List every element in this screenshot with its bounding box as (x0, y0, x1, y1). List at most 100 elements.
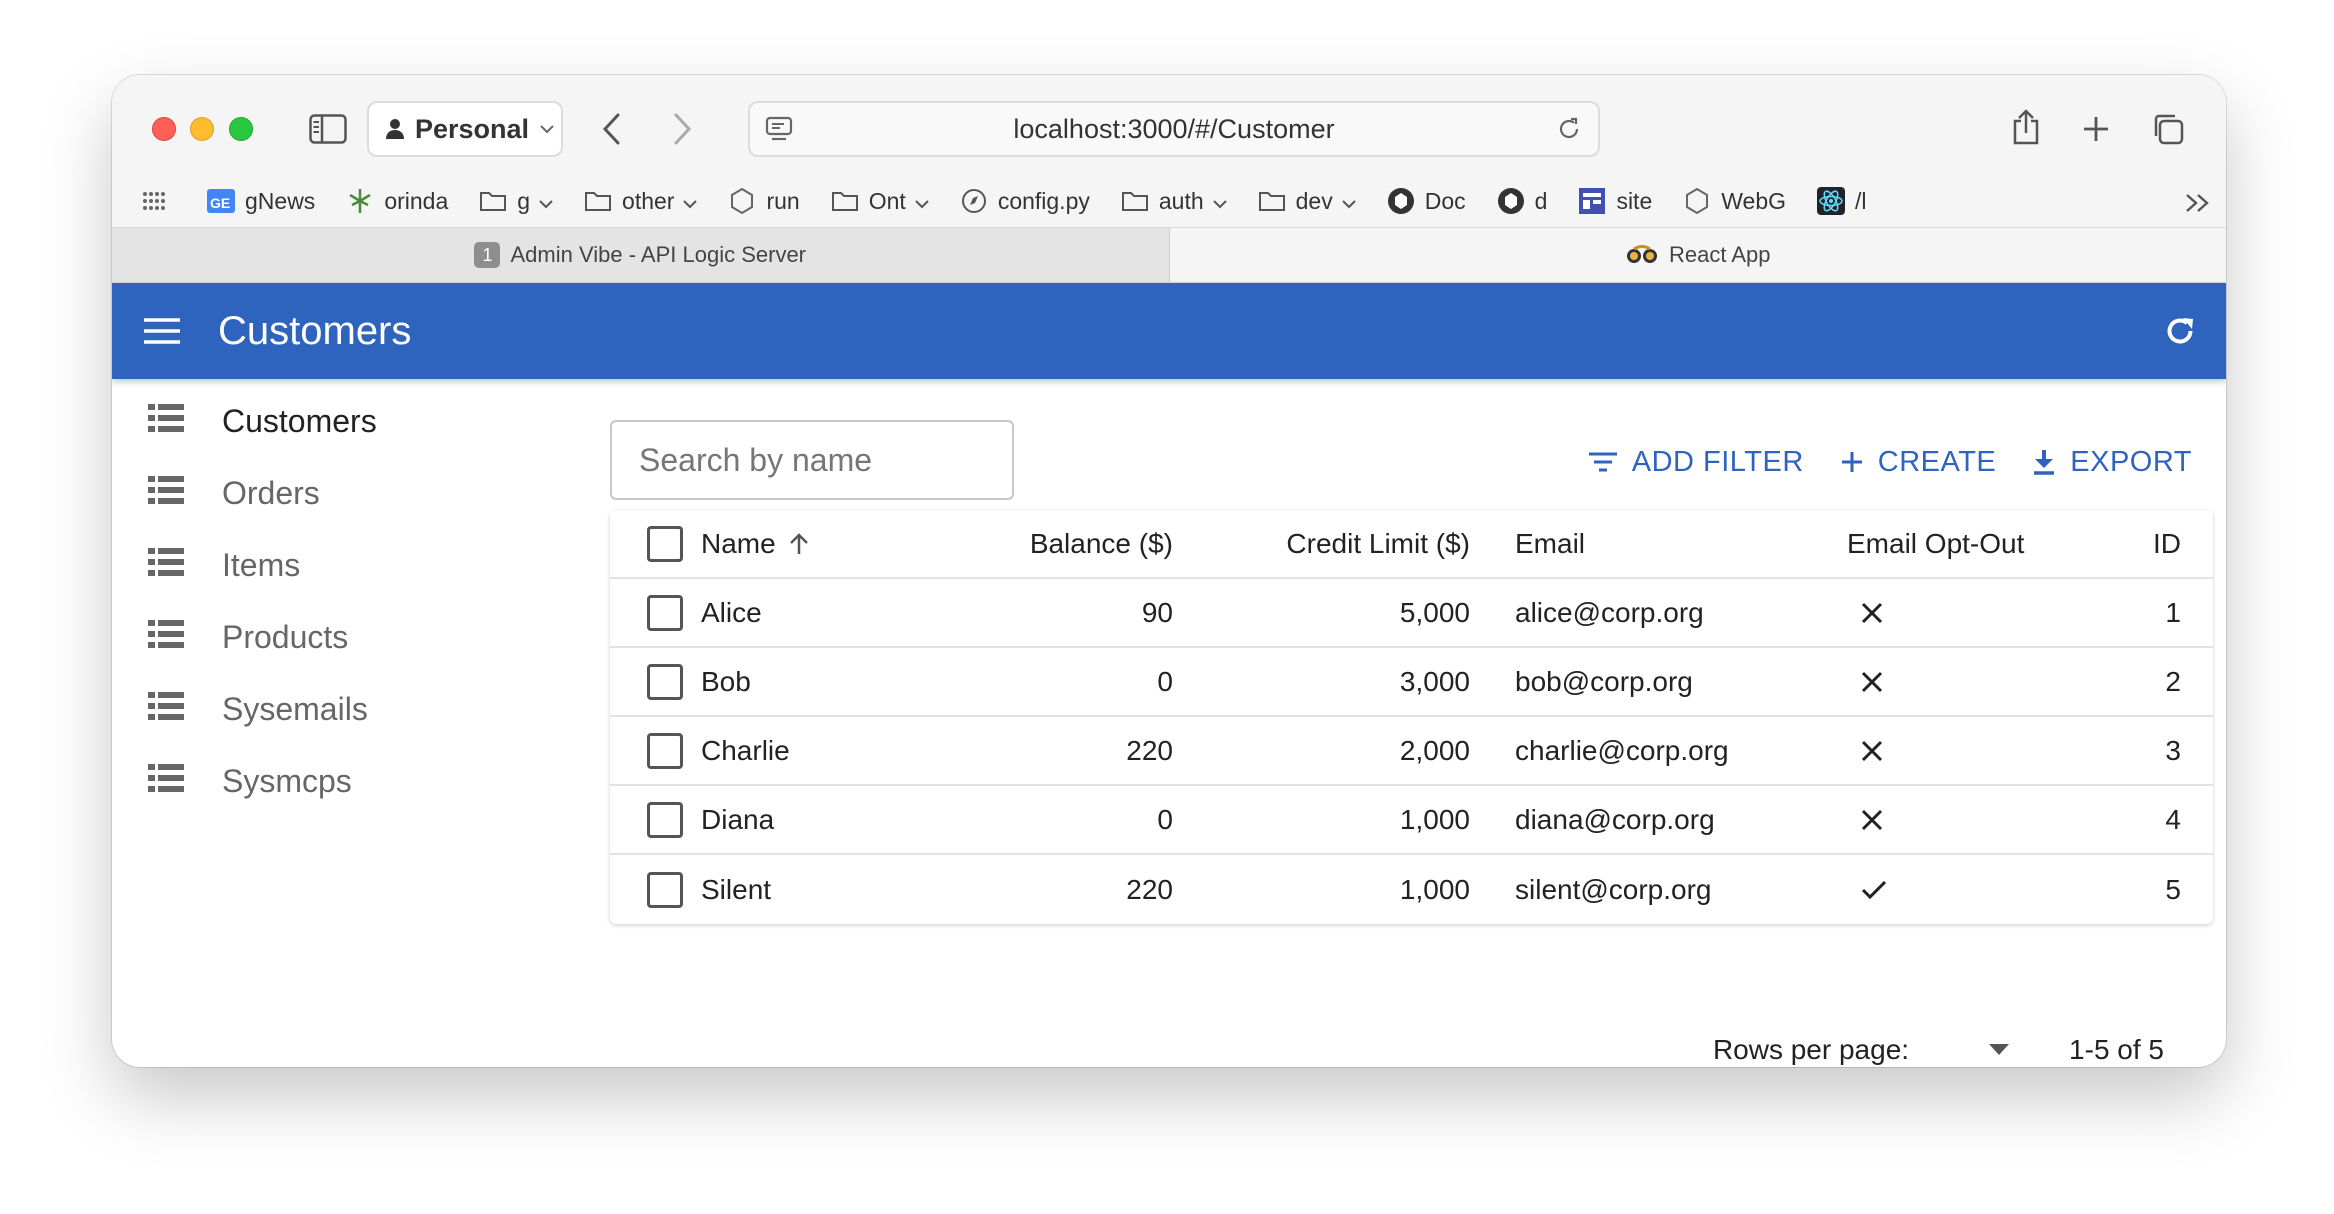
sunglasses-icon (1626, 245, 1657, 263)
minimize-window-button[interactable] (190, 117, 214, 141)
bookmark-label: dev (1295, 187, 1333, 214)
more-bookmarks-icon[interactable] (2180, 185, 2216, 221)
search-input[interactable]: Search by name (610, 420, 1014, 500)
cell-id: 4 (2165, 803, 2181, 835)
caret-down-icon (1989, 1044, 2010, 1055)
sidebar-item-orders[interactable]: Orders (112, 457, 562, 529)
bookmark-item[interactable]: orinda (345, 186, 448, 216)
cell-email: diana@corp.org (1515, 803, 1715, 835)
hexagon-icon (727, 186, 757, 216)
bookmark-label: auth (1158, 187, 1204, 214)
row-checkbox[interactable] (647, 594, 683, 631)
tab-react-app[interactable]: React App (1169, 228, 2226, 282)
page-settings-icon[interactable] (764, 114, 794, 144)
table-row[interactable]: Charlie 220 2,000 charlie@corp.org 3 (610, 717, 2213, 786)
create-button[interactable]: CREATE (1840, 446, 1996, 479)
bookmark-item[interactable]: /l (1816, 186, 1867, 216)
list-icon (148, 619, 184, 656)
column-header-credit-limit[interactable]: Credit Limit ($) (1286, 528, 1470, 560)
list-icon (148, 475, 184, 512)
sidebar-item-label: Orders (222, 474, 320, 511)
leaf-icon (345, 186, 375, 216)
tab-overview-icon[interactable] (2146, 107, 2190, 151)
forward-icon[interactable] (662, 107, 702, 151)
react-icon (1816, 186, 1846, 216)
apps-grid-icon[interactable] (142, 191, 166, 211)
tab-label: Admin Vibe - API Logic Server (510, 242, 807, 267)
sidebar-item-sysmcps[interactable]: Sysmcps (112, 745, 562, 817)
filter-icon (1588, 452, 1617, 472)
bookmark-item[interactable]: dev (1257, 186, 1356, 216)
export-label: EXPORT (2070, 445, 2192, 478)
download-icon (2034, 450, 2055, 475)
new-tab-icon[interactable] (2074, 107, 2118, 151)
column-header-balance[interactable]: Balance ($) (1030, 528, 1173, 560)
bookmark-item[interactable]: d (1496, 186, 1547, 216)
sidebar-toggle-icon[interactable] (307, 109, 349, 149)
bookmark-item[interactable]: Ont (830, 186, 929, 216)
bookmark-label: run (766, 187, 800, 214)
cell-balance: 220 (1126, 734, 1173, 766)
rows-per-page-select[interactable] (1979, 1030, 2019, 1067)
column-header-email-opt-out[interactable]: Email Opt-Out (1847, 528, 2024, 560)
bookmark-item[interactable]: Doc (1386, 186, 1466, 216)
bookmark-item[interactable]: auth (1120, 186, 1227, 216)
list-actions: ADD FILTER CREATE EXPORT (1588, 430, 2192, 494)
select-all-checkbox[interactable] (647, 525, 683, 562)
column-header-name[interactable]: Name (701, 528, 810, 560)
refresh-icon[interactable] (2154, 305, 2206, 357)
folder-icon (830, 186, 860, 216)
sort-arrow-up-icon (789, 532, 808, 554)
sidebar-item-products[interactable]: Products (112, 601, 562, 673)
bookmark-item[interactable]: config.py (959, 186, 1090, 216)
share-icon[interactable] (2004, 103, 2048, 151)
bookmark-item[interactable]: g (478, 186, 553, 216)
sidebar-item-label: Products (222, 618, 349, 655)
plus-icon (1841, 452, 1862, 472)
bookmark-item[interactable]: site (1577, 186, 1652, 216)
sidebar-item-label: Sysmcps (222, 762, 352, 799)
sidebar-item-label: Customers (222, 402, 377, 439)
page-title: Customers (218, 308, 412, 353)
bookmark-item[interactable]: other (583, 186, 698, 216)
export-button[interactable]: EXPORT (2032, 446, 2192, 479)
pagination: Rows per page: 1-5 of 5 (1713, 1030, 2164, 1067)
table-row[interactable]: Diana 0 1,000 diana@corp.org 4 (610, 786, 2213, 855)
sidebar-menu: Customers Orders Items Products Sysemails Sys… (112, 385, 562, 817)
close-window-button[interactable] (152, 117, 176, 141)
tab-admin-vibe[interactable]: 1 Admin Vibe - API Logic Server (112, 228, 1170, 282)
menu-icon[interactable] (136, 305, 188, 357)
table-row[interactable]: Alice 90 5,000 alice@corp.org 1 (610, 579, 2213, 648)
add-filter-button[interactable]: ADD FILTER (1588, 446, 1804, 479)
bookmark-item[interactable]: run (727, 186, 800, 216)
sidebar-item-sysemails[interactable]: Sysemails (112, 673, 562, 745)
row-checkbox[interactable] (647, 663, 683, 700)
tab-bar: 1 Admin Vibe - API Logic Server React Ap… (112, 227, 2226, 283)
browser-toolbar: Personal localhost:3000/#/Customer GE gN… (112, 75, 2226, 227)
reload-page-icon[interactable] (1556, 116, 1582, 142)
back-icon[interactable] (592, 107, 632, 151)
bookmark-item[interactable]: GE gNews (206, 186, 315, 216)
bookmark-label: WebG (1721, 187, 1787, 214)
bookmark-label: gNews (245, 187, 316, 214)
row-checkbox[interactable] (647, 871, 683, 908)
sidebar-item-customers[interactable]: Customers (112, 385, 562, 457)
column-header-email[interactable]: Email (1515, 528, 1585, 560)
column-header-id[interactable]: ID (2153, 528, 2181, 560)
profile-selector[interactable]: Personal (367, 101, 563, 157)
list-icon (148, 763, 184, 800)
table-row[interactable]: Silent 220 1,000 silent@corp.org 5 (610, 855, 2213, 924)
table-row[interactable]: Bob 0 3,000 bob@corp.org 2 (610, 648, 2213, 717)
cell-name: Silent (701, 873, 772, 905)
address-bar[interactable]: localhost:3000/#/Customer (748, 101, 1600, 157)
row-checkbox[interactable] (647, 801, 683, 838)
bookmark-label: Doc (1424, 187, 1466, 214)
bookmark-item[interactable]: WebG (1682, 186, 1786, 216)
row-checkbox[interactable] (647, 732, 683, 769)
sidebar-item-items[interactable]: Items (112, 529, 562, 601)
bookmark-label: g (517, 187, 531, 214)
search-placeholder: Search by name (639, 441, 873, 478)
cell-balance: 0 (1157, 803, 1173, 835)
zoom-window-button[interactable] (229, 117, 253, 141)
profile-label: Personal (415, 113, 530, 144)
